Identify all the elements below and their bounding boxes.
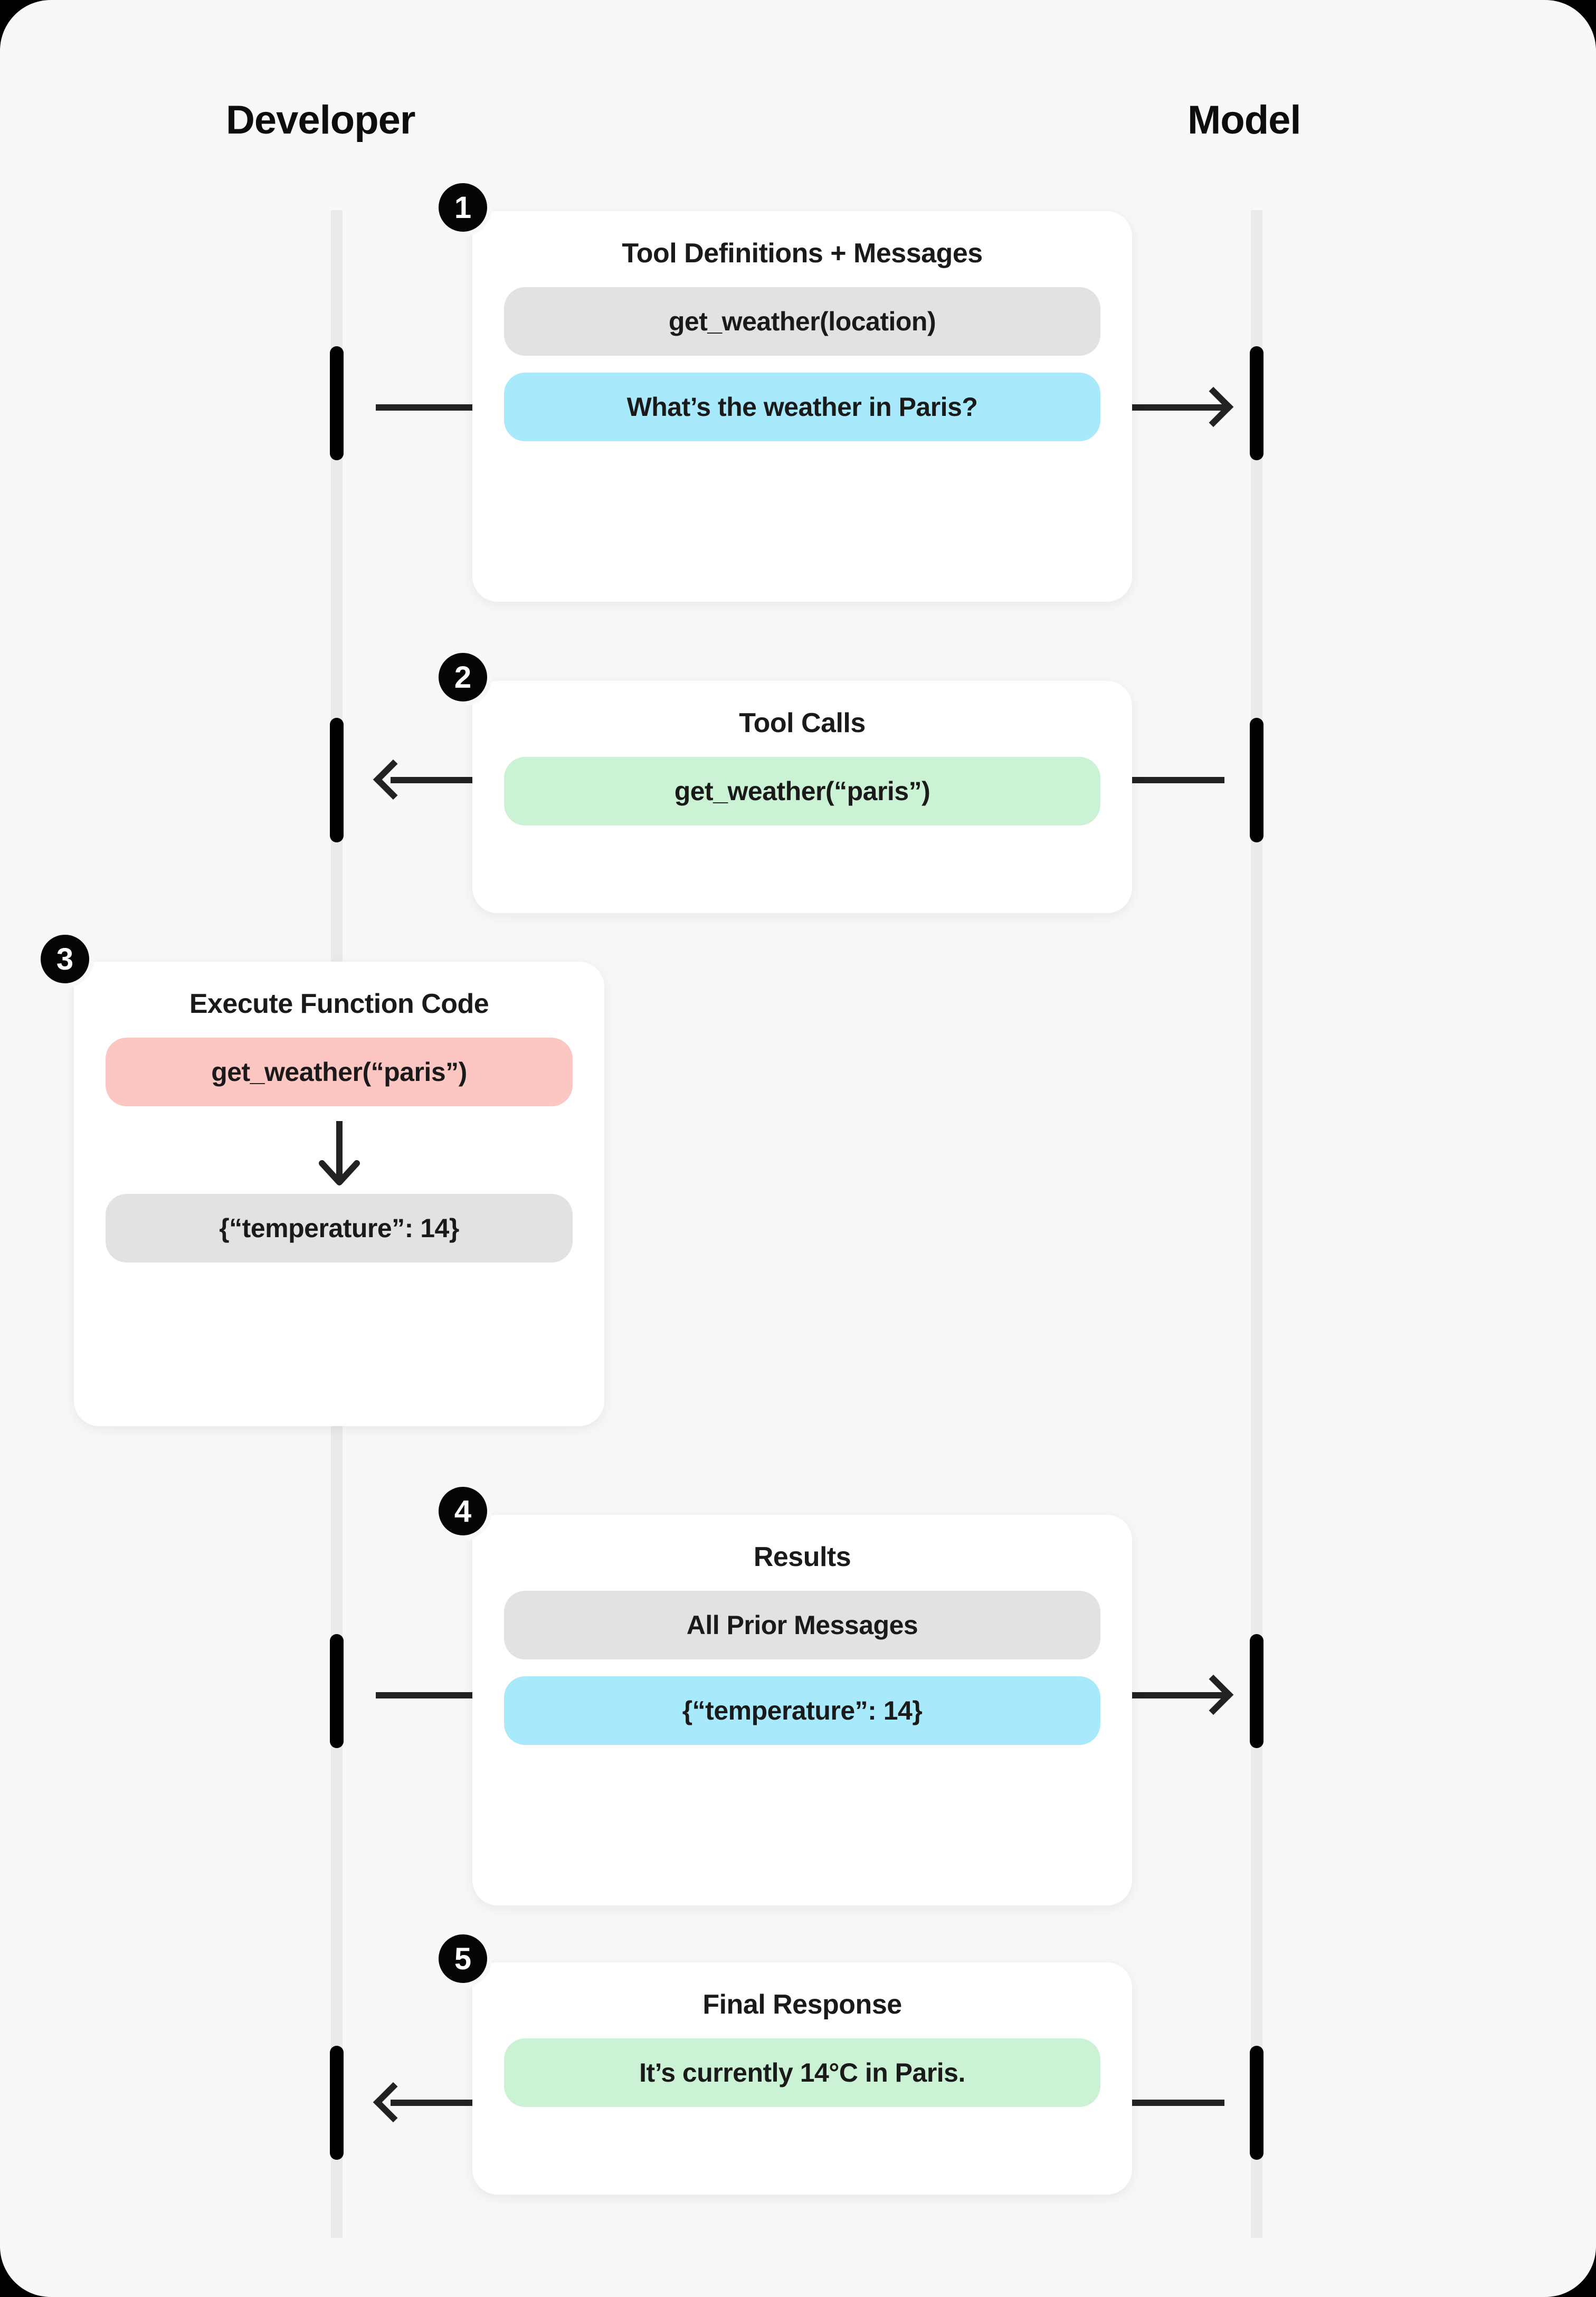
step-badge-5: 5 xyxy=(434,1930,492,1988)
step-card-2[interactable]: Tool Calls get_weather(“paris”) xyxy=(472,681,1132,913)
activation-bar-developer-2 xyxy=(330,718,344,842)
step-badge-5-label: 5 xyxy=(454,1941,472,1976)
column-header-developer: Developer xyxy=(226,98,415,143)
down-arrow-icon xyxy=(106,1119,573,1189)
step-card-4-pill-2: {“temperature”: 14} xyxy=(504,1676,1100,1745)
step-badge-3-label: 3 xyxy=(56,942,74,976)
step-badge-4-label: 4 xyxy=(454,1494,472,1529)
step-card-1-pill-2: What’s the weather in Paris? xyxy=(504,373,1100,441)
activation-bar-developer-1 xyxy=(330,346,344,460)
message-line-2b xyxy=(1129,777,1224,783)
activation-bar-model-5 xyxy=(1250,2046,1264,2160)
step-card-2-pill-1: get_weather(“paris”) xyxy=(504,757,1100,825)
step-card-1-pill-1: get_weather(location) xyxy=(504,287,1100,356)
step-card-4-title: Results xyxy=(753,1542,851,1572)
activation-bar-model-2 xyxy=(1250,718,1264,842)
activation-bar-developer-5 xyxy=(330,2046,344,2160)
step-card-3[interactable]: Execute Function Code get_weather(“paris… xyxy=(74,962,604,1426)
diagram-canvas: Developer Model 1 Tool Definitions + Mes… xyxy=(0,0,1596,2297)
step-badge-1: 1 xyxy=(434,178,492,236)
step-badge-3: 3 xyxy=(36,930,94,988)
step-badge-2: 2 xyxy=(434,648,492,706)
step-card-2-title: Tool Calls xyxy=(739,708,866,738)
arrowhead-right-1 xyxy=(1193,386,1234,428)
message-line-5b xyxy=(1129,2100,1224,2106)
step-card-3-pill-1: get_weather(“paris”) xyxy=(106,1038,573,1106)
step-card-5-title: Final Response xyxy=(702,1989,902,2020)
step-card-4-pill-1: All Prior Messages xyxy=(504,1591,1100,1659)
arrowhead-right-4 xyxy=(1193,1674,1234,1715)
step-badge-2-label: 2 xyxy=(454,660,472,695)
step-badge-4: 4 xyxy=(434,1482,492,1540)
step-card-3-pill-2: {“temperature”: 14} xyxy=(106,1194,573,1263)
arrowhead-left-5 xyxy=(373,2082,414,2123)
column-header-model: Model xyxy=(1188,98,1302,143)
step-card-4[interactable]: Results All Prior Messages {“temperature… xyxy=(472,1515,1132,1905)
step-card-5[interactable]: Final Response It’s currently 14°C in Pa… xyxy=(472,1962,1132,2195)
arrowhead-left-2 xyxy=(373,759,414,800)
step-card-5-pill-1: It’s currently 14°C in Paris. xyxy=(504,2038,1100,2107)
step-card-1[interactable]: Tool Definitions + Messages get_weather(… xyxy=(472,211,1132,602)
step-badge-1-label: 1 xyxy=(454,190,472,225)
lifeline-model xyxy=(1251,210,1262,2238)
activation-bar-developer-4 xyxy=(330,1634,344,1748)
step-card-3-title: Execute Function Code xyxy=(189,989,489,1019)
step-card-1-title: Tool Definitions + Messages xyxy=(622,238,983,269)
activation-bar-model-1 xyxy=(1250,346,1264,460)
activation-bar-model-4 xyxy=(1250,1634,1264,1748)
